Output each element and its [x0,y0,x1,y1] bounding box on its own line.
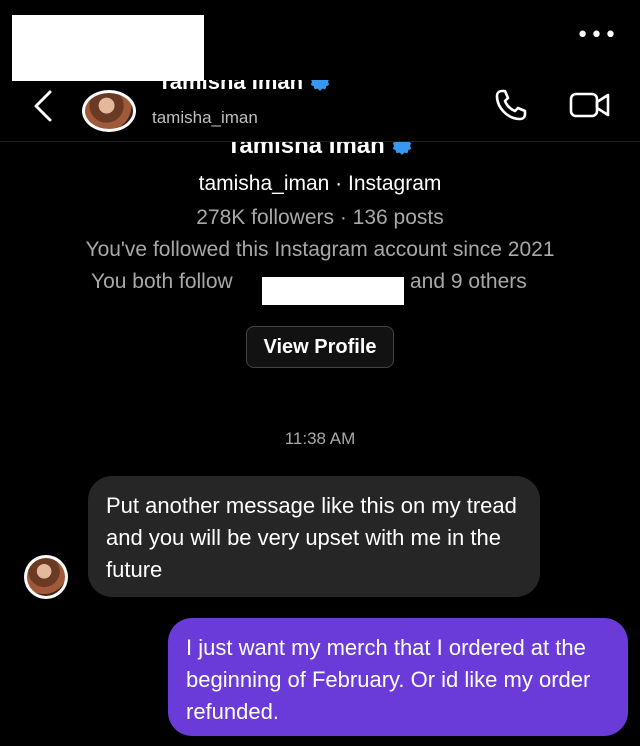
incoming-message[interactable]: Put another message like this on my trea… [88,476,540,597]
profile-name-row: Tamisha Iman [0,142,640,160]
outgoing-message[interactable]: I just want my merch that I ordered at t… [168,618,628,736]
header-avatar[interactable] [82,90,136,132]
profile-stats: 278K followers · 136 posts [196,206,444,229]
phone-icon[interactable] [494,88,528,122]
mutual-prefix: You both follow [91,270,233,293]
mutual-suffix[interactable]: and 9 others [410,270,527,294]
header-username: tamisha_iman [152,108,258,127]
top-bar: ••• [0,0,640,81]
back-icon[interactable] [30,88,60,124]
view-profile-button[interactable]: View Profile [246,326,394,368]
video-call-icon[interactable] [568,90,612,120]
profile-name: Tamisha Iman [226,142,385,159]
verified-icon [311,80,330,91]
sender-avatar[interactable] [24,555,68,599]
verified-icon [393,142,412,155]
redaction-box [12,15,204,81]
message-timestamp: 11:38 AM [284,429,356,448]
header-display-name: Tamisha Iman [158,80,331,94]
chat-header: Tamisha Iman tamisha_iman [0,80,640,142]
profile-subtitle: tamisha_iman · Instagram [198,172,442,195]
redaction-box [262,277,404,305]
more-icon[interactable]: ••• [576,25,618,47]
profile-followed-since: You've followed this Instagram account s… [85,238,555,261]
